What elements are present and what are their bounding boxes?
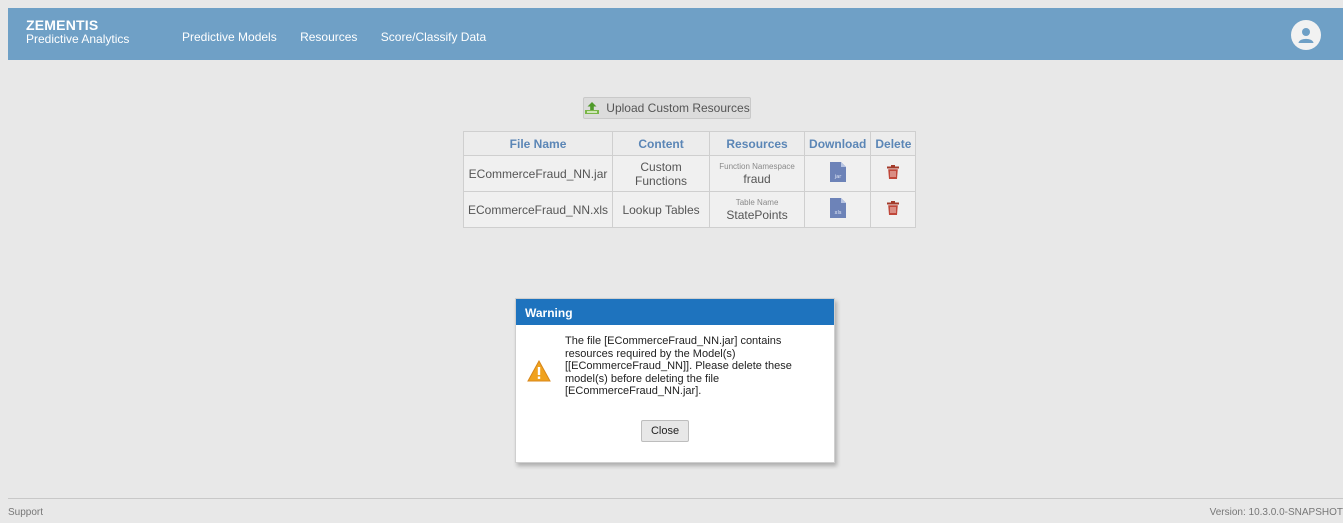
upload-button-label: Upload Custom Resources	[606, 101, 750, 115]
resources-cell: Function Namespace fraud	[709, 155, 806, 192]
nav-predictive-models[interactable]: Predictive Models	[182, 30, 277, 44]
upload-custom-resources-button[interactable]: Upload Custom Resources	[583, 97, 751, 119]
warning-dialog: Warning The file [ECommerceFraud_NN.jar]…	[515, 298, 835, 463]
download-cell: jar	[804, 155, 872, 192]
top-bar: ZEMENTIS Predictive Analytics Predictive…	[8, 8, 1343, 60]
dialog-title: Warning	[516, 299, 834, 325]
nav-score-classify-data[interactable]: Score/Classify Data	[381, 30, 486, 44]
jar-file-icon[interactable]: jar	[829, 162, 846, 185]
file-name-cell: ECommerceFraud_NN.xls	[462, 191, 614, 228]
dialog-message: The file [ECommerceFraud_NN.jar] contain…	[565, 335, 792, 397]
col-file-name: File Name	[462, 131, 614, 156]
svg-text:jar: jar	[833, 174, 841, 180]
brand-subtitle: Predictive Analytics	[26, 32, 130, 46]
user-avatar[interactable]	[1291, 20, 1321, 50]
file-name-cell: ECommerceFraud_NN.jar	[462, 155, 614, 192]
main-nav: Predictive Models Resources Score/Classi…	[182, 30, 506, 44]
col-delete: Delete	[870, 131, 917, 156]
nav-resources[interactable]: Resources	[300, 30, 357, 44]
xls-file-icon[interactable]: xls	[829, 198, 846, 221]
table-header-row: File Name Content Resources Download Del…	[462, 131, 917, 156]
col-resources: Resources	[709, 131, 806, 156]
resources-table: File Name Content Resources Download Del…	[462, 131, 917, 228]
trash-icon[interactable]	[887, 165, 900, 182]
resource-label: Function Namespace	[719, 161, 795, 171]
svg-text:xls: xls	[834, 210, 841, 216]
content-cell: Custom Functions	[612, 155, 711, 192]
app-window: ZEMENTIS Predictive Analytics Predictive…	[8, 8, 1343, 498]
warning-icon	[527, 359, 551, 387]
footer-divider	[8, 498, 1343, 499]
user-icon	[1298, 28, 1314, 43]
resources-cell: Table Name StatePoints	[709, 191, 806, 228]
delete-cell	[870, 155, 917, 192]
content-cell: Lookup Tables	[612, 191, 711, 228]
table-row: ECommerceFraud_NN.xls Lookup Tables Tabl…	[462, 191, 917, 228]
col-content: Content	[612, 131, 711, 156]
upload-icon	[584, 101, 600, 115]
trash-icon[interactable]	[887, 201, 900, 218]
table-row: ECommerceFraud_NN.jar Custom Functions F…	[462, 155, 917, 192]
resource-value: StatePoints	[726, 207, 788, 222]
resource-value: fraud	[743, 171, 771, 186]
brand-name: ZEMENTIS	[26, 17, 99, 33]
download-cell: xls	[804, 191, 872, 228]
version-text: Version: 10.3.0.0-SNAPSHOT	[1209, 507, 1343, 518]
brand[interactable]: ZEMENTIS Predictive Analytics	[26, 18, 129, 46]
delete-cell	[870, 191, 917, 228]
close-button[interactable]: Close	[641, 420, 689, 442]
col-download: Download	[804, 131, 872, 156]
support-link[interactable]: Support	[8, 507, 43, 518]
resource-label: Table Name	[735, 197, 779, 207]
